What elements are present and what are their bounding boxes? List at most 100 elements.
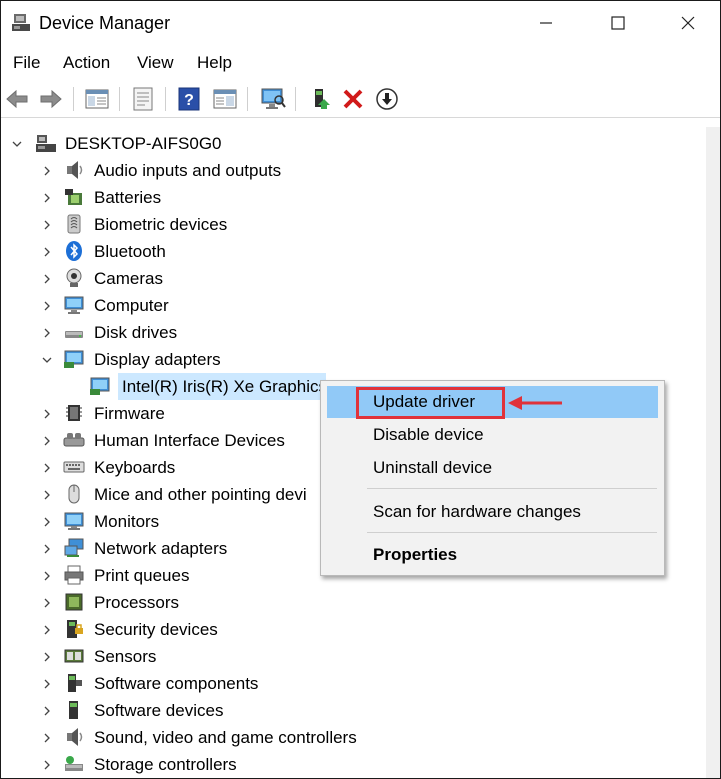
tree-item-label: Display adapters [94, 350, 221, 369]
monitor-icon [261, 88, 286, 109]
context-item-label: Disable device [373, 425, 484, 444]
chevron-right-icon[interactable] [41, 246, 53, 258]
tree-item[interactable]: Audio inputs and outputs [1, 157, 381, 184]
tree-item[interactable]: Security devices [1, 616, 381, 643]
chevron-right-icon[interactable] [41, 327, 53, 339]
enable-device-toolbar-button[interactable] [373, 85, 401, 113]
update-driver-toolbar-button[interactable] [307, 85, 335, 113]
chevron-right-icon[interactable] [41, 678, 53, 690]
chevron-right-icon[interactable] [41, 597, 53, 609]
toolbar-separator [119, 87, 120, 111]
chevron-right-icon[interactable] [41, 408, 53, 420]
context-properties[interactable]: Properties [327, 539, 658, 571]
firmware-icon [66, 405, 82, 421]
computer-root [36, 135, 56, 152]
tree-item[interactable]: Disk drives [1, 319, 381, 346]
tree-item-label: Sound, video and game controllers [94, 728, 357, 747]
context-item-label: Properties [373, 545, 458, 564]
scan-hardware-button[interactable] [259, 85, 287, 113]
chevron-right-icon[interactable] [41, 489, 53, 501]
chevron-right-icon[interactable] [41, 759, 53, 771]
back-icon [6, 89, 28, 109]
chevron-right-icon[interactable] [41, 732, 53, 744]
chevron-right-icon[interactable] [41, 165, 53, 177]
chevron-right-icon[interactable] [41, 624, 53, 636]
minimize-button[interactable] [511, 1, 581, 45]
hid-icon [63, 433, 85, 447]
chevron-right-icon[interactable] [41, 651, 53, 663]
disk-drive-icon [65, 331, 83, 338]
tree-item[interactable]: Batteries [1, 184, 381, 211]
chevron-right-icon[interactable] [41, 570, 53, 582]
tree-item-label: Bluetooth [94, 242, 166, 261]
context-scan-hardware[interactable]: Scan for hardware changes [327, 496, 658, 528]
chevron-right-icon[interactable] [41, 543, 53, 555]
tree-item-label: Security devices [94, 620, 218, 639]
device-manager-window: Device Manager File Action View Help ? D… [0, 0, 721, 779]
tree-item-label: Human Interface Devices [94, 431, 285, 450]
chevron-right-icon[interactable] [41, 273, 53, 285]
uninstall-device-toolbar-button[interactable] [339, 85, 367, 113]
menu-action[interactable]: Action [63, 53, 110, 73]
properties-button[interactable] [129, 85, 157, 113]
tree-item-label: Software devices [94, 701, 224, 720]
toolbar-separator [73, 87, 74, 111]
tree-item[interactable]: Cameras [1, 265, 381, 292]
maximize-button[interactable] [583, 1, 653, 45]
chevron-down-icon[interactable] [11, 138, 23, 150]
maximize-icon [611, 16, 625, 30]
context-disable-device[interactable]: Disable device [327, 419, 658, 451]
tree-item[interactable]: Sensors [1, 643, 381, 670]
chevron-right-icon[interactable] [41, 705, 53, 717]
back-button[interactable] [3, 85, 31, 113]
tree-item[interactable]: Display adapters [1, 346, 381, 373]
context-separator [367, 488, 657, 489]
tree-item[interactable]: Software devices [1, 697, 381, 724]
menu-help[interactable]: Help [197, 53, 232, 73]
chevron-right-icon[interactable] [41, 300, 53, 312]
forward-icon [40, 89, 62, 109]
chevron-right-icon[interactable] [41, 192, 53, 204]
chevron-right-icon[interactable] [41, 462, 53, 474]
tree-item[interactable]: Bluetooth [1, 238, 381, 265]
computer-icon [64, 296, 84, 314]
close-icon [681, 16, 695, 30]
download-icon [376, 88, 398, 110]
tree-item[interactable]: Intel(R) Iris(R) Xe Graphics [90, 373, 327, 400]
tree-item[interactable]: Storage controllers [1, 751, 381, 778]
storage-icon [65, 756, 83, 771]
tree-item-label: Cameras [94, 269, 163, 288]
show-hide-console-tree-button[interactable] [83, 85, 111, 113]
speaker-icon [67, 161, 83, 179]
device-manager-app-icon [12, 14, 30, 31]
tree-item-label: Storage controllers [94, 755, 237, 774]
chevron-right-icon[interactable] [41, 219, 53, 231]
menu-view[interactable]: View [137, 53, 174, 73]
tree-root[interactable]: DESKTOP-AIFS0G0 [1, 130, 301, 157]
context-uninstall-device[interactable]: Uninstall device [327, 452, 658, 484]
chevron-right-icon[interactable] [41, 435, 53, 447]
vertical-scrollbar[interactable] [706, 127, 720, 778]
tree-item-label: Batteries [94, 188, 162, 207]
tree-item-label: Sensors [94, 647, 157, 666]
tree-item[interactable]: Computer [1, 292, 381, 319]
window-title: Device Manager [39, 13, 171, 33]
view-button[interactable] [211, 85, 239, 113]
tree-item-label: Computer [94, 296, 169, 315]
menu-file[interactable]: File [13, 53, 40, 73]
annotation-arrow-icon [508, 396, 562, 410]
forward-button[interactable] [37, 85, 65, 113]
security-icon [67, 620, 83, 638]
title-bar[interactable]: Device Manager [1, 1, 720, 45]
tree-item[interactable]: Processors [1, 589, 381, 616]
close-button[interactable] [653, 1, 720, 45]
help-button[interactable]: ? [175, 85, 203, 113]
view-icon [213, 89, 237, 109]
tree-item[interactable]: Sound, video and game controllers [1, 724, 381, 751]
tree-item[interactable]: Biometric devices [1, 211, 381, 238]
properties-pane-icon [85, 89, 109, 109]
chevron-down-icon[interactable] [41, 354, 53, 366]
chevron-right-icon[interactable] [41, 516, 53, 528]
software-device-icon [69, 701, 78, 719]
tree-item[interactable]: Software components [1, 670, 381, 697]
